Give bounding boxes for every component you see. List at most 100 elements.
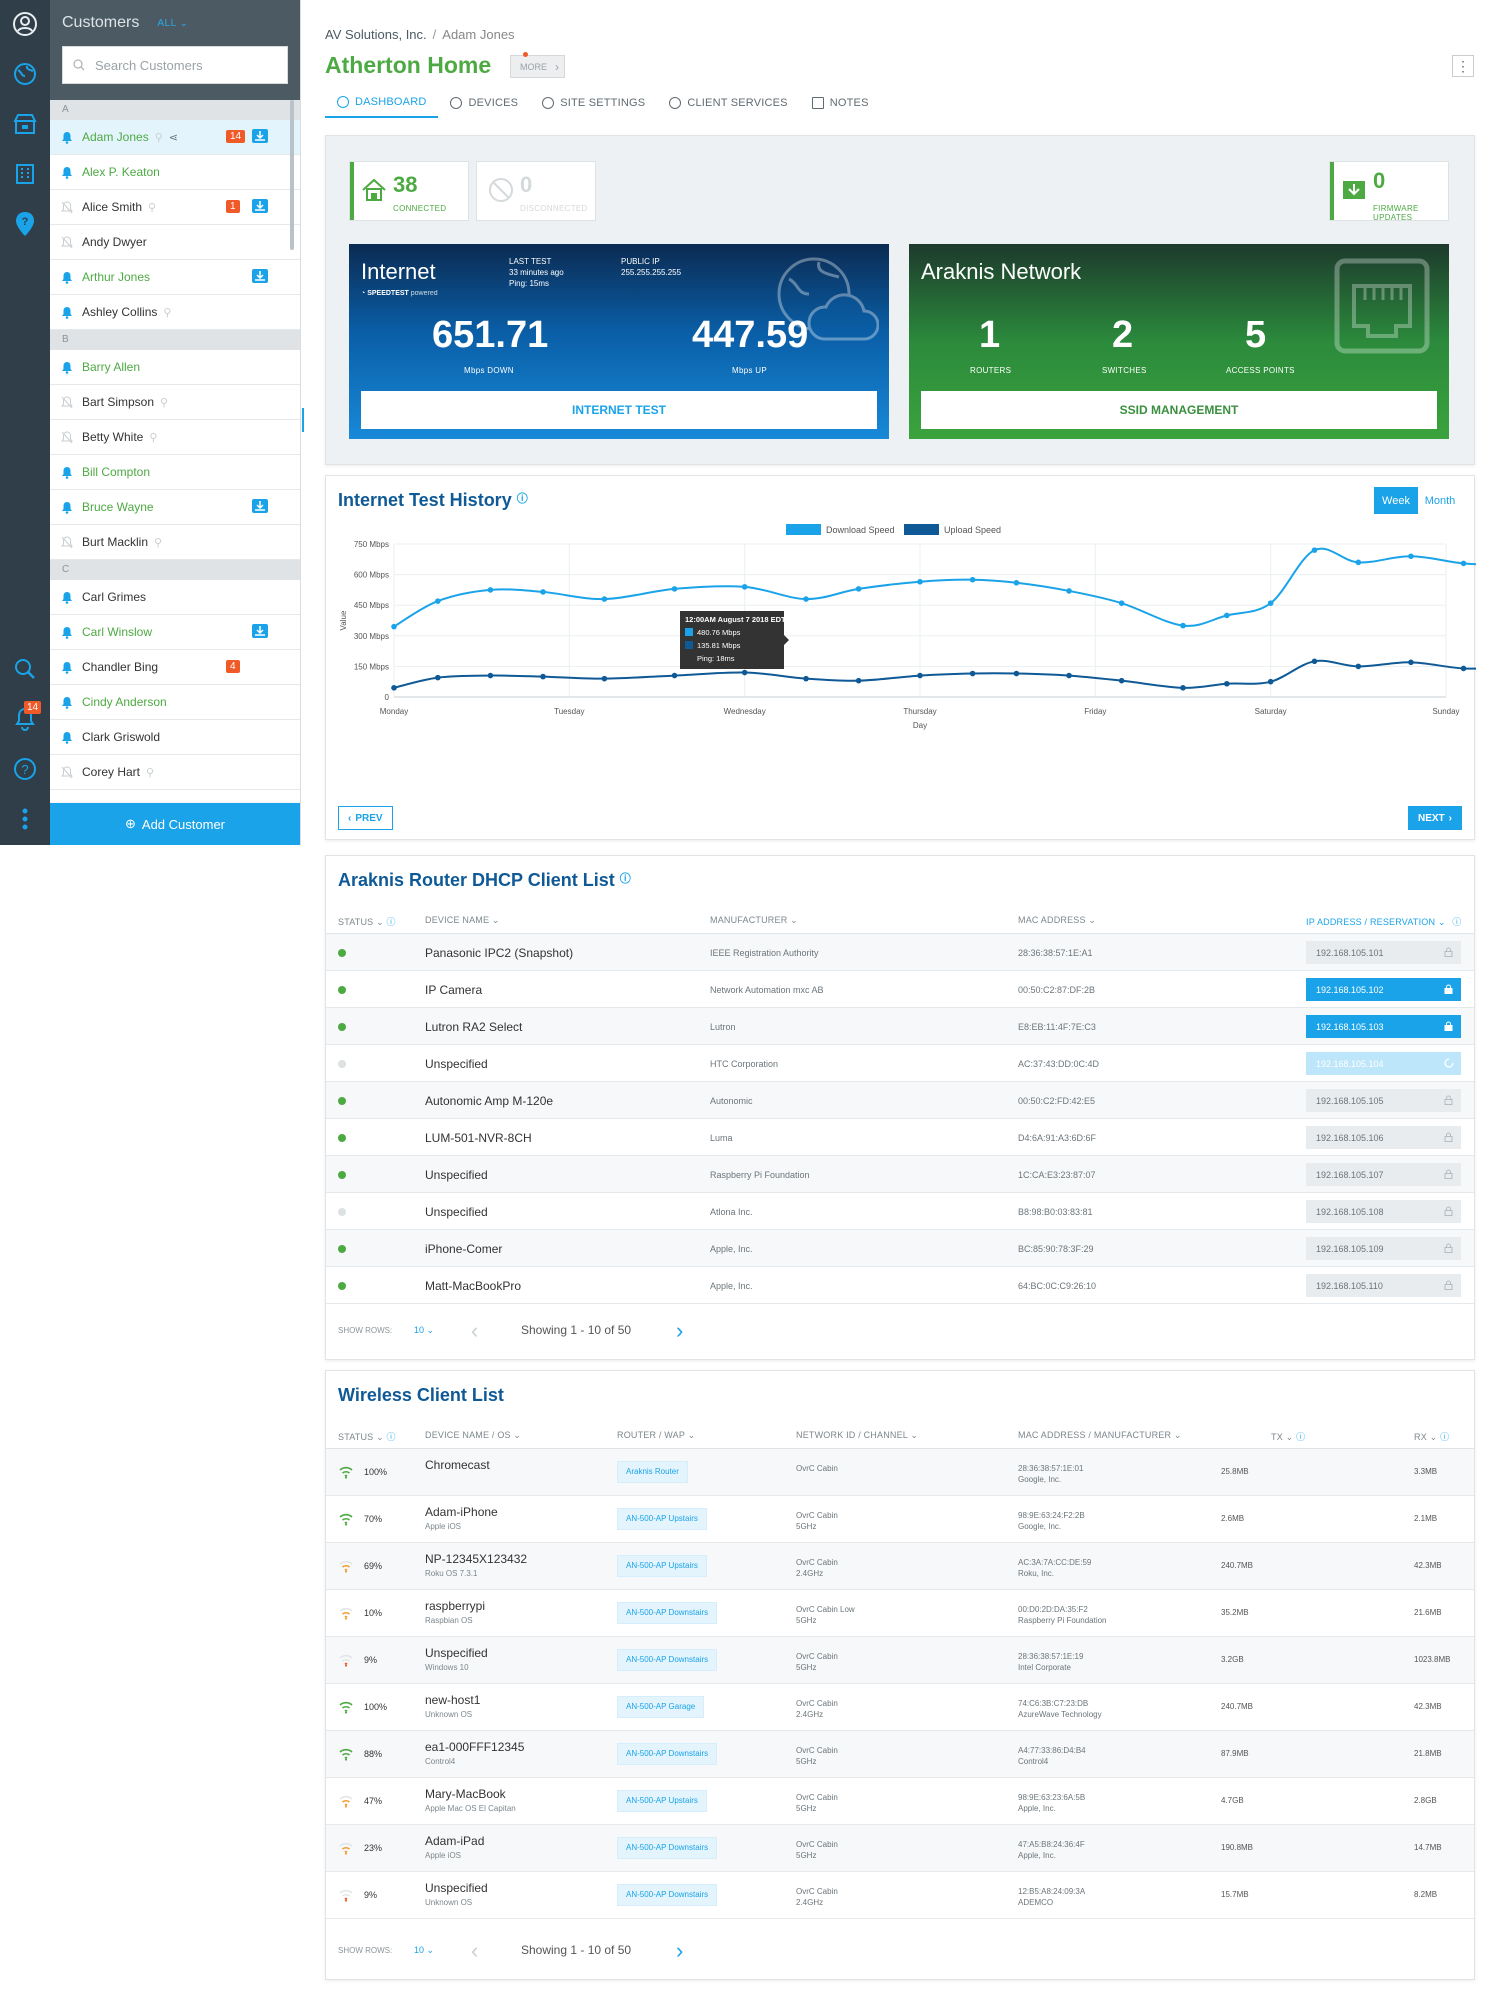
internet-test-button[interactable]: INTERNET TEST (361, 391, 877, 429)
router-badge[interactable]: AN-500-AP Garage (617, 1696, 705, 1718)
show-rows-select[interactable]: 10 ⌄ (414, 1325, 434, 1336)
ip-reservation[interactable]: 192.168.105.105 (1306, 1089, 1461, 1112)
download-icon[interactable] (252, 129, 268, 143)
data-point[interactable] (1267, 600, 1274, 606)
data-point[interactable] (671, 586, 678, 592)
data-point[interactable] (1311, 658, 1318, 665)
col-ip-address[interactable]: IP ADDRESS / RESERVATION ⌄ ⓘ (1306, 915, 1462, 928)
table-row[interactable]: 100% new-host1 Unknown OS AN-500-AP Garage O… (326, 1684, 1474, 1731)
bell-icon[interactable] (60, 165, 74, 179)
data-point[interactable] (803, 675, 809, 682)
bell-icon[interactable] (60, 730, 74, 744)
col-manufacturer[interactable]: MANUFACTURER ⌄ (710, 915, 798, 926)
data-point[interactable] (487, 672, 494, 679)
col-rx[interactable]: RX ⌄ ⓘ (1414, 1430, 1449, 1443)
data-point[interactable] (1066, 672, 1072, 679)
next-page-icon[interactable]: › (676, 1938, 683, 1964)
col-network-channel[interactable]: NETWORK ID / CHANNEL ⌄ (796, 1430, 918, 1441)
table-row[interactable]: Autonomic Amp M-120e Autonomic 00:50:C2:FD… (326, 1082, 1474, 1119)
customer-list-scrollbar[interactable] (290, 100, 294, 250)
loading-icon[interactable] (1444, 1058, 1454, 1068)
bell-icon[interactable] (60, 465, 74, 479)
col-mac-address[interactable]: MAC ADDRESS ⌄ (1018, 915, 1096, 926)
data-point[interactable] (969, 576, 976, 583)
month-button[interactable]: Month (1418, 487, 1462, 514)
data-point[interactable] (1311, 547, 1318, 553)
customer-row[interactable]: Bill Compton (50, 455, 300, 490)
table-row[interactable]: iPhone-Comer Apple, Inc. BC:85:90:78:3F:29… (326, 1230, 1474, 1267)
customer-row[interactable]: Betty White ⚲ (50, 420, 300, 455)
info-icon[interactable]: ⓘ (620, 873, 631, 885)
customer-row[interactable]: Barry Allen (50, 350, 300, 385)
data-point[interactable] (671, 672, 678, 679)
customer-row[interactable]: Carl Grimes (50, 580, 300, 615)
collapse-handle[interactable] (302, 408, 304, 432)
data-point[interactable] (487, 587, 494, 593)
data-point[interactable] (741, 669, 748, 676)
table-row[interactable]: Unspecified HTC Corporation AC:37:43:DD:0C… (326, 1045, 1474, 1082)
lock-icon[interactable] (1444, 1280, 1453, 1290)
table-row[interactable]: 9% Unspecified Windows 10 AN-500-AP Downsta… (326, 1637, 1474, 1684)
ip-reservation[interactable]: 192.168.105.108 (1306, 1200, 1461, 1223)
tab-client-services[interactable]: CLIENT SERVICES (657, 96, 799, 118)
customers-filter[interactable]: ALL ⌄ (157, 18, 188, 29)
ip-reservation[interactable]: 192.168.105.110 (1306, 1274, 1461, 1297)
notifications-off-icon[interactable] (60, 765, 74, 779)
data-point[interactable] (855, 586, 862, 592)
data-point[interactable] (391, 685, 397, 691)
data-point[interactable] (1408, 659, 1414, 666)
notifications-off-icon[interactable] (60, 395, 74, 409)
bell-icon[interactable] (60, 500, 74, 514)
data-point[interactable] (1460, 560, 1467, 567)
lock-icon[interactable] (1444, 1206, 1453, 1216)
firmware-stat[interactable]: 0 FIRMWARE UPDATES (1329, 161, 1449, 222)
building-icon[interactable] (11, 160, 39, 188)
router-badge[interactable]: Araknis Router (617, 1461, 688, 1483)
site-kebab-menu[interactable]: ⋮ (1452, 55, 1474, 77)
lock-icon[interactable] (1444, 1169, 1453, 1179)
next-page-icon[interactable]: › (676, 1318, 683, 1344)
info-icon[interactable]: ⓘ (517, 493, 528, 505)
prev-button[interactable]: ‹ PREV (338, 806, 393, 830)
col-tx[interactable]: TX ⌄ ⓘ (1271, 1430, 1305, 1443)
lock-icon[interactable] (1444, 1243, 1453, 1253)
router-badge[interactable]: AN-500-AP Upstairs (617, 1508, 707, 1530)
data-point[interactable] (1224, 680, 1230, 687)
router-badge[interactable]: AN-500-AP Downstairs (617, 1602, 718, 1624)
customer-row[interactable]: Carl Winslow (50, 615, 300, 650)
bell-icon[interactable] (60, 695, 74, 709)
ip-reservation[interactable]: 192.168.105.104 (1306, 1052, 1461, 1075)
customer-row[interactable]: Chandler Bing 4 (50, 650, 300, 685)
table-row[interactable]: 47% Mary-MacBook Apple Mac OS El Capitan AN… (326, 1778, 1474, 1825)
customer-row[interactable]: Corey Hart ⚲ (50, 755, 300, 790)
download-icon[interactable] (252, 199, 268, 213)
col-status[interactable]: STATUS ⌄ ⓘ (338, 915, 396, 928)
data-point[interactable] (1118, 677, 1125, 684)
data-point[interactable] (601, 596, 608, 602)
table-row[interactable]: 70% Adam-iPhone Apple iOS AN-500-AP Upstair… (326, 1496, 1474, 1543)
table-row[interactable]: LUM-501-NVR-8CH Luma D4:6A:91:A3:6D:6F 192.… (326, 1119, 1474, 1156)
data-point[interactable] (1013, 670, 1020, 677)
help-icon[interactable]: ? (11, 755, 39, 783)
data-point[interactable] (1224, 612, 1230, 619)
bell-icon[interactable] (60, 590, 74, 604)
data-point[interactable] (1118, 600, 1125, 606)
data-point[interactable] (435, 674, 441, 681)
data-point[interactable] (540, 673, 546, 680)
data-point[interactable] (1460, 665, 1467, 672)
table-row[interactable]: 88% ea1-000FFF12345 Control4 AN-500-AP Down… (326, 1731, 1474, 1778)
globe-icon[interactable] (11, 60, 39, 88)
table-row[interactable]: IP Camera Network Automation mxc AB 00:50:… (326, 971, 1474, 1008)
notifications-off-icon[interactable] (60, 430, 74, 444)
week-button[interactable]: Week (1374, 487, 1418, 514)
router-badge[interactable]: AN-500-AP Upstairs (617, 1790, 707, 1812)
customer-row[interactable]: Ashley Collins ⚲ (50, 295, 300, 330)
account-icon[interactable] (11, 10, 39, 38)
lock-icon[interactable] (1444, 947, 1453, 957)
router-badge[interactable]: AN-500-AP Downstairs (617, 1884, 718, 1906)
router-badge[interactable]: AN-500-AP Downstairs (617, 1743, 718, 1765)
router-badge[interactable]: AN-500-AP Downstairs (617, 1837, 718, 1859)
ip-reservation[interactable]: 192.168.105.101 (1306, 941, 1461, 964)
show-rows-select[interactable]: 10 ⌄ (414, 1945, 434, 1956)
data-point[interactable] (435, 598, 441, 604)
